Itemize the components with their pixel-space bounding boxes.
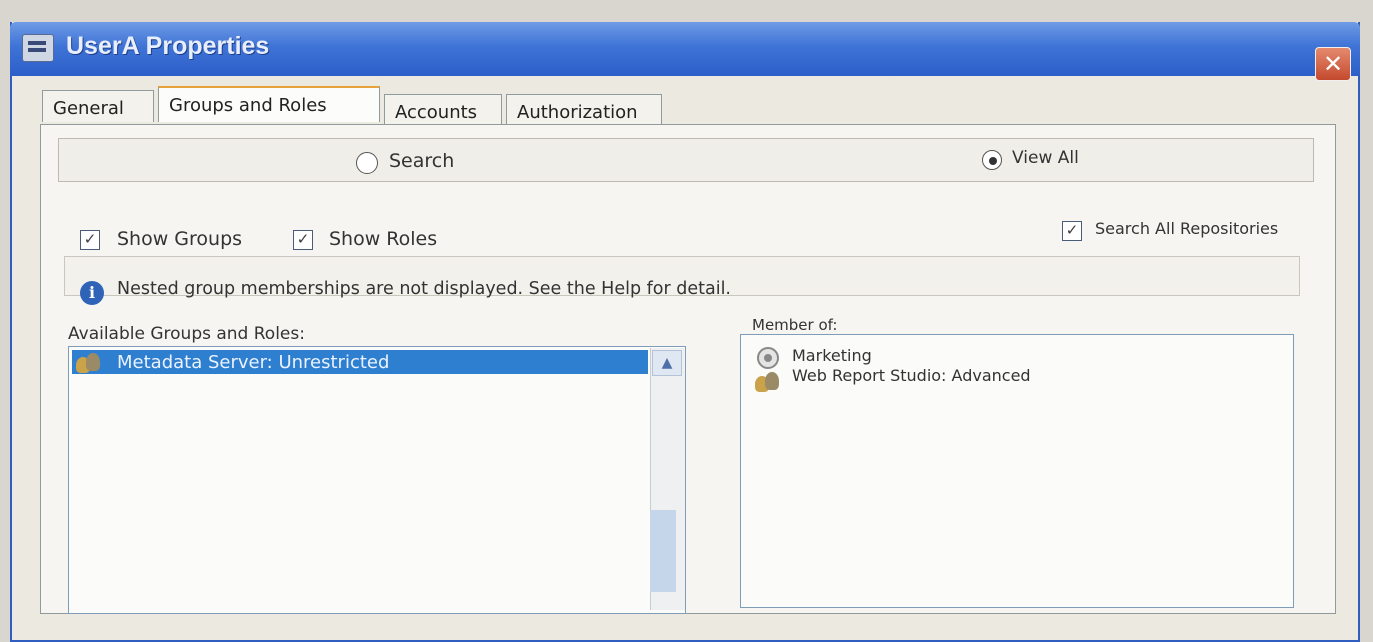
tab-general[interactable]: General xyxy=(42,90,154,122)
member-of-heading: Member of: xyxy=(752,316,838,334)
tab-groups-and-roles[interactable]: Groups and Roles xyxy=(158,86,380,122)
list-item[interactable]: Web Report Studio: Advanced xyxy=(792,366,1031,385)
tab-authorization[interactable]: Authorization xyxy=(506,94,662,126)
search-all-repositories-checkbox[interactable]: ✓ xyxy=(1062,221,1082,241)
search-radio[interactable] xyxy=(356,152,378,174)
close-button[interactable]: ✕ xyxy=(1315,47,1351,81)
show-roles-label[interactable]: Show Roles xyxy=(329,228,437,250)
show-roles-checkbox[interactable]: ✓ xyxy=(293,230,313,250)
info-message: Nested group memberships are not display… xyxy=(117,279,731,299)
show-groups-checkbox[interactable]: ✓ xyxy=(80,230,100,250)
show-groups-label[interactable]: Show Groups xyxy=(117,228,242,250)
list-item[interactable]: Metadata Server: Unrestricted xyxy=(117,352,389,373)
search-all-repositories-label[interactable]: Search All Repositories xyxy=(1095,219,1278,238)
search-radio-label[interactable]: Search xyxy=(389,150,454,172)
info-icon: i xyxy=(80,281,104,305)
view-all-radio[interactable] xyxy=(982,150,1002,170)
available-groups-heading: Available Groups and Roles: xyxy=(68,324,305,344)
view-all-radio-label[interactable]: View All xyxy=(1012,148,1079,168)
available-groups-list[interactable] xyxy=(68,346,686,614)
role-icon xyxy=(757,347,779,369)
window-title: UserA Properties xyxy=(66,32,270,60)
group-icon xyxy=(76,353,102,373)
scrollbar-thumb[interactable] xyxy=(650,510,676,592)
list-item[interactable]: Marketing xyxy=(792,346,872,365)
view-mode-bar xyxy=(58,138,1314,182)
tab-accounts[interactable]: Accounts xyxy=(384,94,502,126)
chevron-up-icon[interactable]: ▲ xyxy=(652,350,682,376)
group-icon xyxy=(755,372,781,392)
window-app-icon xyxy=(22,34,54,62)
